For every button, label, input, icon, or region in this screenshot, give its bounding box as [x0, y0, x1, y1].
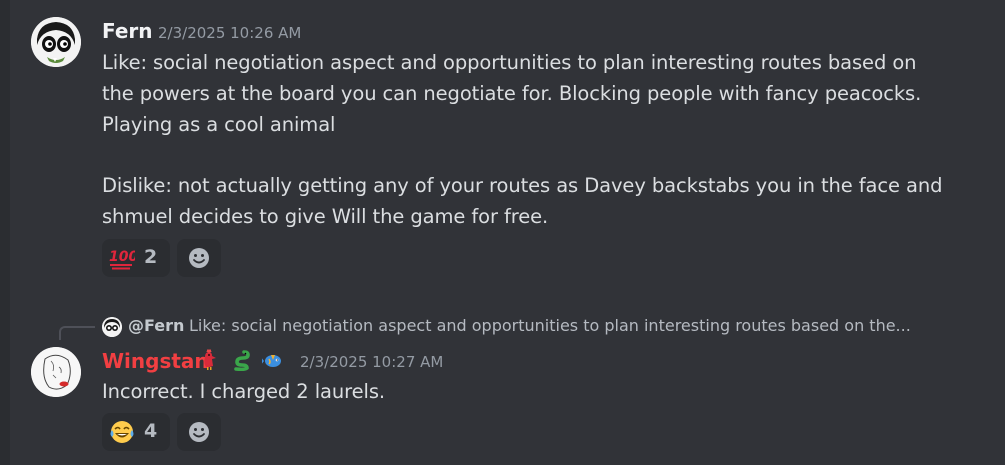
- avatar[interactable]: [31, 347, 81, 397]
- chat-view: Fern 2/3/2025 10:26 AM Like: social nego…: [0, 0, 1005, 465]
- reply-mention[interactable]: @Fern: [128, 316, 184, 335]
- reply-connector: [59, 326, 95, 340]
- smiley-icon: [189, 422, 209, 442]
- fish-icon: [261, 351, 284, 373]
- add-reaction-button[interactable]: [177, 413, 221, 451]
- reply-preview-text[interactable]: Like: social negotiation aspect and oppo…: [189, 316, 911, 335]
- message-text-line: Incorrect. I charged 2 laurels.: [102, 380, 385, 403]
- tears-of-joy-emoji: [109, 420, 135, 444]
- reply-avatar[interactable]: [102, 317, 122, 337]
- message-timestamp[interactable]: 2/3/2025 10:27 AM: [300, 353, 443, 371]
- author-name[interactable]: Wingstan: [102, 349, 209, 373]
- snake-icon: [230, 349, 252, 372]
- reaction-tears-of-joy[interactable]: 4: [102, 413, 170, 451]
- reaction-count: 4: [144, 420, 158, 442]
- message-wingstan: @Fern Like: social negotiation aspect an…: [0, 0, 1005, 465]
- rooster-icon: [199, 348, 221, 371]
